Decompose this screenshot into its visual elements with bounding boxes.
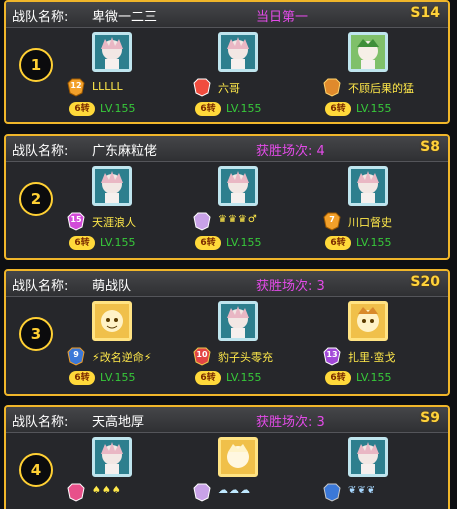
player-level: LV.155	[226, 371, 262, 384]
team-member[interactable]: 9 ⚡改名逆命⚡ 6转 LV.155	[66, 301, 196, 394]
team-status: 获胜场次: 3	[256, 415, 325, 430]
team-status: 获胜场次: 4	[256, 144, 325, 159]
server-tag: S20	[410, 274, 440, 290]
team-member[interactable]: 12 LLLLL 6转 LV.155	[66, 32, 196, 122]
player-level: LV.155	[100, 371, 136, 384]
rank-badge: 3	[19, 317, 53, 351]
rebirth-badge: 6转	[325, 371, 351, 385]
medal-icon	[322, 77, 342, 97]
medal-icon: 15	[66, 211, 86, 231]
player-level: LV.155	[100, 236, 136, 249]
rebirth-badge: 6转	[69, 371, 95, 385]
team-name-label: 战队名称:	[12, 415, 69, 430]
player-name: 不顾后果的猛	[348, 82, 414, 95]
player-avatar[interactable]	[348, 301, 388, 341]
team-member[interactable]: 7 川口督史 6转 LV.155	[322, 166, 448, 258]
medal-icon	[192, 482, 212, 502]
team-card-4[interactable]: 战队名称: 天高地厚 获胜场次: 3 S9 4 ♠♠♠ ☁☁☁ ❦❦❦	[4, 405, 450, 509]
player-name: ❦❦❦	[348, 485, 377, 496]
medal-icon: 13	[322, 346, 342, 366]
medal-icon	[322, 482, 342, 502]
player-name: 川口督史	[348, 216, 392, 229]
rebirth-badge: 6转	[195, 236, 221, 250]
team-member[interactable]: 10 豹子头零充 6转 LV.155	[192, 301, 322, 394]
team-header: 战队名称: 萌战队 获胜场次: 3 S20	[6, 271, 448, 297]
medal-icon	[192, 77, 212, 97]
medal-icon: 12	[66, 77, 86, 97]
player-avatar[interactable]	[348, 437, 388, 477]
team-header: 战队名称: 卑微一二三 当日第一 S14	[6, 2, 448, 28]
player-avatar[interactable]	[218, 437, 258, 477]
rebirth-badge: 6转	[325, 102, 351, 116]
team-name: 广东麻粒佬	[92, 144, 158, 159]
team-header: 战队名称: 广东麻粒佬 获胜场次: 4 S8	[6, 136, 448, 162]
player-name: LLLLL	[92, 80, 123, 93]
server-tag: S14	[410, 5, 440, 21]
rebirth-badge: 6转	[69, 102, 95, 116]
rebirth-badge: 6转	[195, 371, 221, 385]
player-level: LV.155	[356, 371, 392, 384]
team-member[interactable]: ☁☁☁	[192, 437, 322, 509]
team-status: 获胜场次: 3	[256, 279, 325, 294]
team-header: 战队名称: 天高地厚 获胜场次: 3 S9	[6, 407, 448, 433]
team-name: 卑微一二三	[92, 10, 158, 25]
team-card-3[interactable]: 战队名称: 萌战队 获胜场次: 3 S20 3 9 ⚡改名逆命⚡ 6转 LV.1…	[4, 269, 450, 396]
player-avatar[interactable]	[218, 166, 258, 206]
medal-icon	[192, 211, 212, 231]
player-level: LV.155	[356, 102, 392, 115]
player-level: LV.155	[226, 102, 262, 115]
medal-icon: 10	[192, 346, 212, 366]
player-level: LV.155	[100, 102, 136, 115]
player-name: ⚡改名逆命⚡	[92, 351, 152, 364]
player-avatar[interactable]	[218, 32, 258, 72]
team-name-label: 战队名称:	[12, 279, 69, 294]
team-member[interactable]: ♠♠♠	[66, 437, 196, 509]
team-name: 萌战队	[92, 279, 132, 294]
team-name: 天高地厚	[92, 415, 145, 430]
player-avatar[interactable]	[218, 301, 258, 341]
medal-icon	[66, 482, 86, 502]
player-level: LV.155	[226, 236, 262, 249]
rebirth-badge: 6转	[69, 236, 95, 250]
team-name-label: 战队名称:	[12, 10, 69, 25]
rebirth-badge: 6转	[195, 102, 221, 116]
server-tag: S9	[420, 410, 440, 426]
player-avatar[interactable]	[92, 32, 132, 72]
team-member[interactable]: 六哥 6转 LV.155	[192, 32, 322, 122]
rebirth-badge: 6转	[325, 236, 351, 250]
team-member[interactable]: ❦❦❦	[322, 437, 448, 509]
team-member[interactable]: ♛♛♛♂ 6转 LV.155	[192, 166, 322, 258]
rank-badge: 1	[19, 48, 53, 82]
player-avatar[interactable]	[92, 166, 132, 206]
team-card-1[interactable]: 战队名称: 卑微一二三 当日第一 S14 1 12 LLLLL 6转 LV.15…	[4, 0, 450, 124]
player-name: 天涯浪人	[92, 216, 136, 229]
team-member[interactable]: 15 天涯浪人 6转 LV.155	[66, 166, 196, 258]
player-name: ☁☁☁	[218, 485, 251, 496]
medal-icon: 7	[322, 211, 342, 231]
team-member[interactable]: 13 扎里·蛮戈 6转 LV.155	[322, 301, 448, 394]
player-name: ♛♛♛♂	[218, 214, 258, 225]
player-name: ♠♠♠	[92, 485, 122, 496]
player-level: LV.155	[356, 236, 392, 249]
medal-icon: 9	[66, 346, 86, 366]
player-avatar[interactable]	[348, 166, 388, 206]
player-name: 扎里·蛮戈	[348, 351, 396, 364]
team-card-2[interactable]: 战队名称: 广东麻粒佬 获胜场次: 4 S8 2 15 天涯浪人 6转 LV.1…	[4, 134, 450, 260]
team-member[interactable]: 不顾后果的猛 6转 LV.155	[322, 32, 448, 122]
server-tag: S8	[420, 139, 440, 155]
rank-badge: 2	[19, 182, 53, 216]
team-name-label: 战队名称:	[12, 144, 69, 159]
player-avatar[interactable]	[348, 32, 388, 72]
player-name: 豹子头零充	[218, 351, 273, 364]
player-name: 六哥	[218, 82, 240, 95]
player-avatar[interactable]	[92, 437, 132, 477]
player-avatar[interactable]	[92, 301, 132, 341]
team-status: 当日第一	[256, 10, 309, 25]
rank-badge: 4	[19, 453, 53, 487]
